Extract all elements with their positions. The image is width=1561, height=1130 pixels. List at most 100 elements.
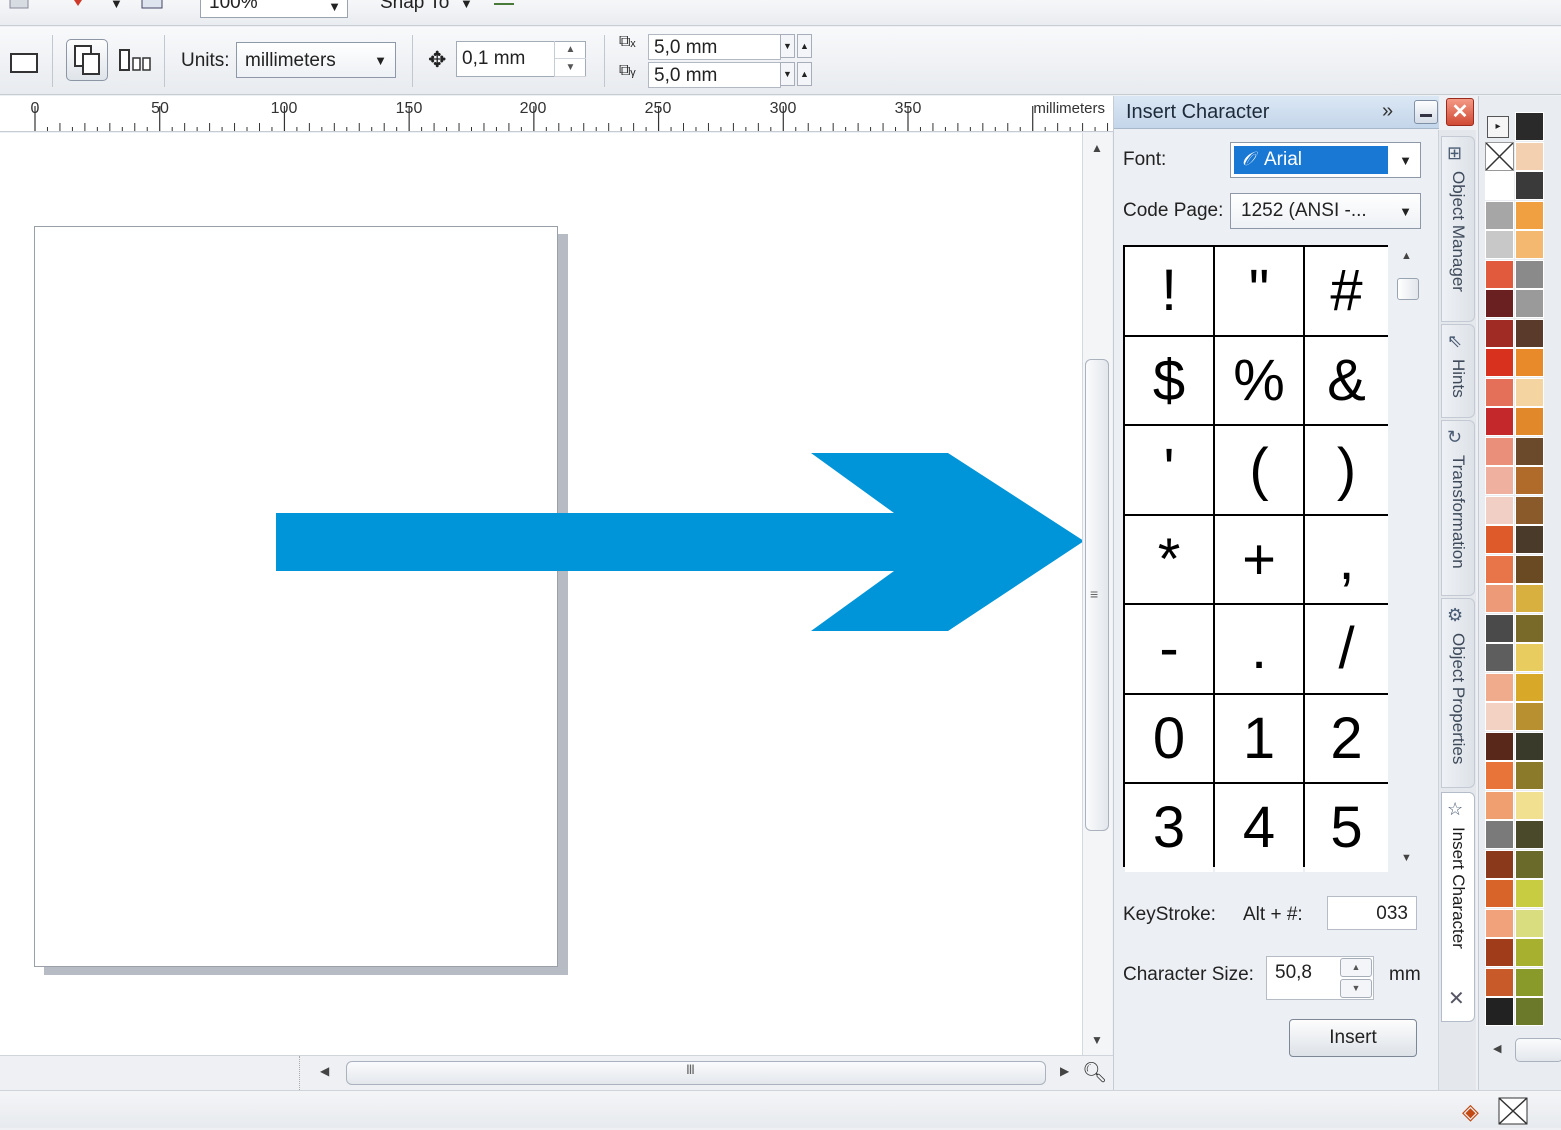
stepper-down-icon[interactable]: ▼ — [780, 34, 795, 58]
zoom-level-combo[interactable]: 100% ▼ — [200, 0, 348, 18]
character-cell[interactable]: 1 — [1215, 694, 1303, 782]
tab-object-manager[interactable]: ⊞ Object Manager — [1441, 136, 1475, 322]
keystroke-input[interactable]: 033 — [1327, 896, 1417, 930]
fill-bucket-icon[interactable]: ◈ — [1462, 1099, 1479, 1125]
all-pages-button[interactable] — [66, 39, 108, 81]
color-swatch[interactable] — [1515, 584, 1544, 613]
welcome-screen-icon[interactable] — [140, 0, 163, 16]
no-outline-icon[interactable] — [1498, 1097, 1528, 1125]
snap-to-button[interactable]: Snap To — [380, 0, 449, 14]
scroll-right-icon[interactable]: ▶ — [1060, 1064, 1069, 1078]
character-cell[interactable]: , — [1305, 515, 1388, 603]
character-cell[interactable]: 5 — [1305, 784, 1388, 872]
color-swatch[interactable] — [1515, 171, 1544, 200]
scroll-left-icon[interactable]: ◀ — [320, 1064, 329, 1078]
color-swatch[interactable] — [1515, 820, 1544, 849]
arrow-shape[interactable] — [276, 453, 1082, 633]
scroll-down-icon[interactable]: ▼ — [1401, 852, 1412, 864]
character-cell[interactable]: & — [1305, 336, 1388, 424]
duplicate-y-input[interactable]: 5,0 mm — [648, 62, 781, 88]
color-swatch[interactable] — [1515, 879, 1544, 908]
character-cell[interactable]: 2 — [1305, 694, 1388, 782]
color-swatch[interactable] — [1515, 613, 1544, 643]
character-cell[interactable]: 4 — [1215, 784, 1303, 872]
character-cell[interactable]: ( — [1215, 426, 1303, 514]
color-swatch[interactable] — [1515, 938, 1544, 967]
scroll-up-icon[interactable]: ▲ — [1401, 250, 1412, 262]
duplicate-y-stepper[interactable]: ▼ ▲ — [780, 62, 814, 88]
stepper-up-icon[interactable]: ▲ — [797, 34, 812, 58]
duplicate-x-stepper[interactable]: ▼ ▲ — [780, 34, 814, 60]
palette-flyout-icon[interactable]: ▸ — [1487, 116, 1509, 138]
units-select[interactable]: millimeters ▼ — [236, 42, 396, 78]
drawing-window[interactable] — [0, 133, 1082, 1055]
character-size-stepper[interactable]: ▲ ▼ — [1340, 958, 1372, 998]
color-swatch[interactable] — [1485, 318, 1514, 348]
horizontal-scrollbar[interactable]: ◀ Ⅲ ▶ 🔍︎ — [0, 1055, 1113, 1090]
color-swatch[interactable] — [1515, 112, 1544, 141]
duplicate-x-input[interactable]: 5,0 mm — [648, 34, 781, 60]
color-swatch[interactable] — [1515, 289, 1544, 318]
options-icon[interactable] — [492, 0, 514, 16]
color-swatch[interactable] — [1515, 554, 1544, 584]
color-swatch[interactable] — [1515, 348, 1544, 377]
character-cell[interactable]: * — [1125, 515, 1213, 603]
color-swatch[interactable] — [1485, 790, 1514, 820]
color-swatch[interactable] — [1515, 790, 1544, 820]
nudge-stepper[interactable]: ▲ ▼ — [554, 41, 586, 77]
insert-button[interactable]: Insert — [1289, 1019, 1417, 1057]
color-swatch[interactable] — [1485, 200, 1514, 230]
chevron-down-icon[interactable]: ▼ — [110, 0, 123, 11]
double-chevron-right-icon[interactable]: » — [1382, 100, 1393, 123]
scroll-thumb[interactable] — [346, 1061, 1046, 1085]
color-swatch[interactable] — [1485, 554, 1514, 584]
color-swatch[interactable] — [1515, 731, 1544, 761]
color-swatch[interactable] — [1485, 436, 1514, 466]
color-swatch[interactable] — [1515, 436, 1544, 466]
color-swatch[interactable] — [1485, 613, 1514, 643]
color-swatch[interactable] — [1515, 407, 1544, 436]
color-swatch[interactable] — [1485, 643, 1514, 672]
color-swatch[interactable] — [1485, 820, 1514, 849]
color-swatch[interactable] — [1515, 230, 1544, 259]
color-swatch[interactable] — [1515, 200, 1544, 230]
color-swatch[interactable] — [1485, 289, 1514, 318]
character-cell[interactable]: / — [1305, 605, 1388, 693]
character-cell[interactable]: ' — [1125, 426, 1213, 514]
application-launcher-icon[interactable] — [66, 0, 88, 16]
color-swatch[interactable] — [1485, 761, 1514, 790]
character-cell[interactable]: 3 — [1125, 784, 1213, 872]
color-swatch[interactable] — [1515, 318, 1544, 348]
character-cell[interactable]: ) — [1305, 426, 1388, 514]
publish-icon[interactable] — [6, 0, 29, 16]
color-swatch[interactable] — [1485, 672, 1514, 702]
color-swatch[interactable] — [1485, 230, 1514, 259]
tab-object-properties[interactable]: ⚙ Object Properties — [1441, 598, 1475, 788]
color-swatch[interactable] — [1485, 348, 1514, 377]
color-swatch[interactable] — [1515, 849, 1544, 879]
chevron-down-icon[interactable]: ▼ — [460, 0, 473, 11]
page-navigator[interactable] — [0, 1056, 300, 1090]
color-swatch[interactable] — [1515, 466, 1544, 495]
character-cell[interactable]: # — [1305, 247, 1388, 335]
color-swatch[interactable] — [1515, 495, 1544, 525]
color-swatch[interactable] — [1485, 908, 1514, 938]
color-swatch[interactable] — [1485, 731, 1514, 761]
color-swatch[interactable] — [1515, 672, 1544, 702]
color-swatch[interactable] — [1485, 259, 1514, 289]
character-cell[interactable]: . — [1215, 605, 1303, 693]
color-swatch[interactable] — [1515, 997, 1544, 1026]
code-page-select[interactable]: 1252 (ANSI -... ▼ — [1230, 193, 1421, 229]
color-swatch[interactable] — [1485, 466, 1514, 495]
color-swatch[interactable] — [1485, 997, 1514, 1026]
character-cell[interactable]: - — [1125, 605, 1213, 693]
color-swatch[interactable] — [1485, 407, 1514, 436]
font-select[interactable]: 𝒪 Arial ▼ — [1230, 142, 1421, 178]
current-page-button[interactable] — [116, 45, 152, 77]
color-swatch[interactable] — [1515, 525, 1544, 554]
color-swatch[interactable] — [1485, 495, 1514, 525]
stepper-down-icon[interactable]: ▼ — [555, 59, 586, 77]
color-swatch[interactable] — [1515, 761, 1544, 790]
character-grid-scrollbar[interactable]: ▲ ▼ — [1396, 248, 1420, 866]
close-icon[interactable]: ✕ — [1446, 98, 1474, 126]
